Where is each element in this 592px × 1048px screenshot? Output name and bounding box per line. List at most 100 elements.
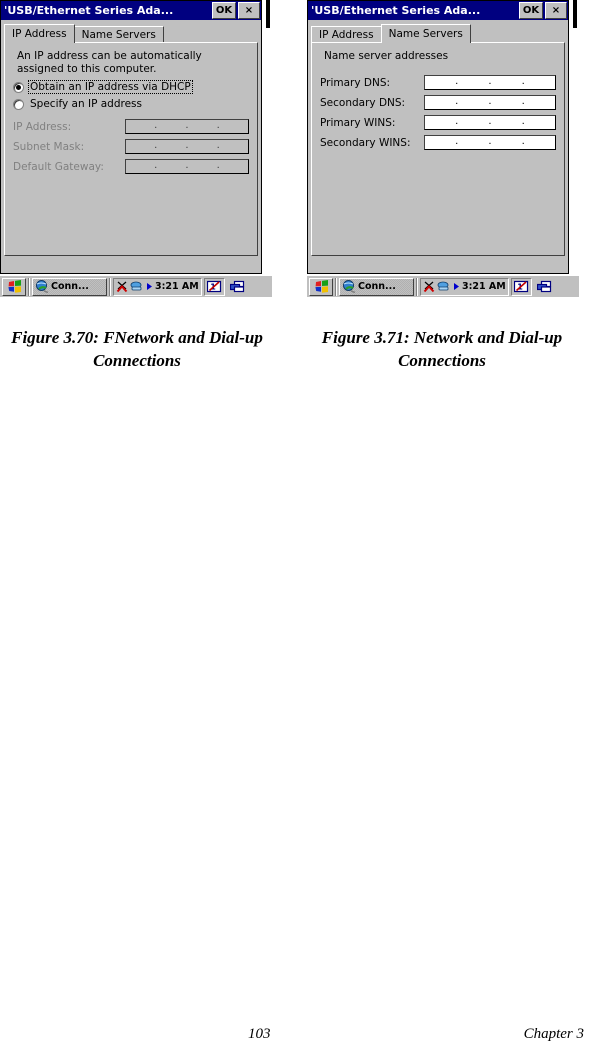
label-default-gateway: Default Gateway:: [13, 160, 104, 173]
figure-row: 'USB/Ethernet Series Ada... OK × IP Addr…: [0, 0, 592, 320]
connection-icon: [130, 281, 142, 290]
field-row-secondary-wins: Secondary WINS: . . .: [320, 135, 556, 150]
primary-wins-octet-3[interactable]: [492, 116, 522, 129]
tab-name-servers[interactable]: Name Servers: [73, 26, 164, 43]
windows-flag-icon: [314, 280, 328, 293]
tab-strip-2: IP Address Name Servers: [311, 24, 565, 43]
secondary-dns-octet-2[interactable]: [458, 96, 488, 109]
label-subnet-mask: Subnet Mask:: [13, 140, 85, 153]
gateway-octet-1[interactable]: [126, 160, 154, 173]
taskbar-separator-1: [28, 277, 30, 296]
radio-row-dhcp[interactable]: Obtain an IP address via DHCP: [13, 80, 249, 94]
show-desktop-button[interactable]: [227, 278, 248, 296]
input-ip-address[interactable]: . . .: [125, 119, 249, 134]
subnet-octet-2[interactable]: [157, 140, 185, 153]
ok-button-2[interactable]: OK: [519, 2, 543, 19]
ip-octet-3[interactable]: [189, 120, 217, 133]
primary-dns-octet-2[interactable]: [458, 76, 488, 89]
client-area-2: IP Address Name Servers Name server addr…: [308, 20, 568, 273]
field-row-default-gateway: Default Gateway: . . .: [13, 159, 249, 174]
input-panel-button-2[interactable]: 1: [510, 277, 532, 296]
start-button[interactable]: [2, 277, 26, 296]
secondary-wins-octet-4[interactable]: [525, 136, 555, 149]
subnet-octet-4[interactable]: [220, 140, 248, 153]
secondary-wins-octet-3[interactable]: [492, 136, 522, 149]
field-row-ip-address: IP Address: . . .: [13, 119, 249, 134]
connection-icon: [437, 281, 449, 290]
secondary-wins-octet-1[interactable]: [425, 136, 455, 149]
ip-description: An IP address can be automatically assig…: [17, 50, 249, 76]
globe-icon: [36, 280, 49, 293]
field-row-secondary-dns: Secondary DNS: . . .: [320, 95, 556, 110]
input-secondary-dns[interactable]: . . .: [424, 95, 556, 110]
secondary-dns-octet-1[interactable]: [425, 96, 455, 109]
secondary-wins-octet-2[interactable]: [458, 136, 488, 149]
radio-row-specify-ip[interactable]: Specify an IP address: [13, 98, 249, 110]
subnet-octet-1[interactable]: [126, 140, 154, 153]
task-button-label-2: Conn...: [358, 281, 396, 292]
field-row-primary-wins: Primary WINS: . . .: [320, 115, 556, 130]
input-subnet-mask[interactable]: . . .: [125, 139, 249, 154]
taskbar-left: Conn... 3:21 AM: [0, 275, 272, 297]
taskbar-separator-2: [109, 277, 111, 296]
tab-panel-ip-address: An IP address can be automatically assig…: [4, 42, 258, 256]
network-disconnected-icon: [116, 281, 128, 293]
device-right-edge-bar-2: [572, 0, 577, 28]
label-primary-wins: Primary WINS:: [320, 116, 396, 129]
subnet-octet-3[interactable]: [189, 140, 217, 153]
primary-dns-octet-4[interactable]: [525, 76, 555, 89]
figure-3-70: 'USB/Ethernet Series Ada... OK × IP Addr…: [0, 0, 272, 297]
figure-3-71: 'USB/Ethernet Series Ada... OK × IP Addr…: [307, 0, 579, 297]
dialog-window-ip-address: 'USB/Ethernet Series Ada... OK × IP Addr…: [0, 0, 262, 274]
primary-wins-octet-4[interactable]: [525, 116, 555, 129]
network-disconnected-icon: [423, 281, 435, 293]
task-button-connections[interactable]: Conn...: [32, 277, 107, 296]
primary-wins-octet-1[interactable]: [425, 116, 455, 129]
primary-dns-octet-3[interactable]: [492, 76, 522, 89]
taskbar-clock-2: 3:21 AM: [462, 281, 506, 292]
system-tray: 3:21 AM: [113, 277, 202, 296]
label-secondary-dns: Secondary DNS:: [320, 96, 406, 109]
input-primary-wins[interactable]: . . .: [424, 115, 556, 130]
gateway-octet-2[interactable]: [157, 160, 185, 173]
chapter-label: Chapter 3: [523, 1026, 584, 1042]
radio-dhcp-label[interactable]: Obtain an IP address via DHCP: [28, 80, 193, 94]
tab-ip-address[interactable]: IP Address: [4, 24, 75, 43]
taskbar-separator-4: [416, 277, 418, 296]
ip-octet-2[interactable]: [157, 120, 185, 133]
label-primary-dns: Primary DNS:: [320, 76, 391, 89]
primary-dns-octet-1[interactable]: [425, 76, 455, 89]
primary-wins-octet-2[interactable]: [458, 116, 488, 129]
speaker-arrow-icon: [147, 283, 152, 290]
gateway-octet-4[interactable]: [220, 160, 248, 173]
secondary-dns-octet-3[interactable]: [492, 96, 522, 109]
device-right-edge-bar: [265, 0, 270, 28]
close-button[interactable]: ×: [238, 2, 260, 19]
title-bar-2: 'USB/Ethernet Series Ada... OK ×: [308, 1, 568, 20]
start-button-2[interactable]: [309, 277, 333, 296]
input-secondary-wins[interactable]: . . .: [424, 135, 556, 150]
input-panel-pen-icon: 1: [206, 280, 221, 293]
ip-description-line-1: An IP address can be automatically: [17, 50, 202, 62]
gateway-octet-3[interactable]: [189, 160, 217, 173]
figure-caption-3-71: Figure 3.71: Network and Dial-up Connect…: [321, 328, 563, 370]
ok-button[interactable]: OK: [212, 2, 236, 19]
tab-ip-address-2[interactable]: IP Address: [311, 26, 382, 43]
ip-octet-4[interactable]: [220, 120, 248, 133]
windows-flag-icon: [7, 280, 21, 293]
ip-octet-1[interactable]: [126, 120, 154, 133]
tab-panel-name-servers: Name server addresses Primary DNS: . . .: [311, 42, 565, 256]
secondary-dns-octet-4[interactable]: [525, 96, 555, 109]
radio-dhcp-icon[interactable]: [13, 81, 24, 93]
input-default-gateway[interactable]: . . .: [125, 159, 249, 174]
close-button-2[interactable]: ×: [545, 2, 567, 19]
task-button-connections-2[interactable]: Conn...: [339, 277, 414, 296]
input-panel-button[interactable]: 1: [203, 277, 225, 296]
radio-specify-ip-icon[interactable]: [13, 98, 24, 110]
radio-specify-ip-label[interactable]: Specify an IP address: [29, 98, 143, 110]
windows-ce-device-left: 'USB/Ethernet Series Ada... OK × IP Addr…: [0, 0, 272, 297]
taskbar-separator-3: [335, 277, 337, 296]
tab-name-servers-2[interactable]: Name Servers: [380, 24, 471, 43]
show-desktop-button-2[interactable]: [534, 278, 555, 296]
input-primary-dns[interactable]: . . .: [424, 75, 556, 90]
